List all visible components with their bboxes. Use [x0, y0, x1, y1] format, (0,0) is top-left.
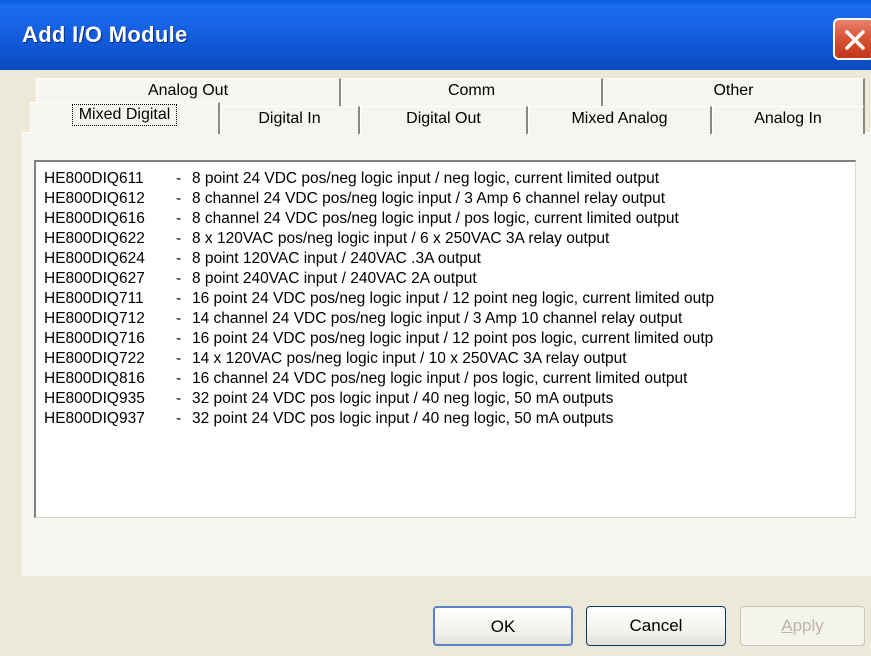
module-description: 32 point 24 VDC pos logic input / 40 neg…: [192, 410, 614, 427]
list-item[interactable]: HE800DIQ627 -8 point 240VAC input / 240VA…: [44, 270, 477, 288]
module-description: 16 channel 24 VDC pos/neg logic input / …: [192, 370, 688, 387]
tab-label: Digital In: [258, 110, 321, 127]
tab-mixed-analog[interactable]: Mixed Analog: [528, 106, 712, 134]
tab-label: Digital Out: [406, 110, 481, 127]
list-item[interactable]: HE800DIQ722 -14 x 120VAC pos/neg logic in…: [44, 350, 627, 368]
module-separator: -: [176, 310, 182, 327]
module-code: HE800DIQ711: [44, 290, 144, 307]
module-separator: -: [176, 190, 182, 207]
module-code: HE800DIQ616: [44, 210, 145, 227]
module-code: HE800DIQ816: [44, 370, 145, 387]
module-separator: -: [176, 290, 182, 307]
module-description: 8 point 24 VDC pos/neg logic input / neg…: [192, 170, 659, 187]
module-code: HE800DIQ716: [44, 330, 145, 347]
list-item[interactable]: HE800DIQ622 -8 x 120VAC pos/neg logic inp…: [44, 230, 609, 248]
apply-label: pply: [792, 616, 824, 635]
tab-comm[interactable]: Comm: [341, 78, 603, 106]
module-description: 14 x 120VAC pos/neg logic input / 10 x 2…: [192, 350, 627, 367]
title-bar[interactable]: Add I/O Module: [0, 0, 871, 70]
tab-analog-in[interactable]: Analog In: [712, 106, 865, 134]
list-item[interactable]: HE800DIQ716 -16 point 24 VDC pos/neg logi…: [44, 330, 713, 348]
list-item[interactable]: HE800DIQ937 -32 point 24 VDC pos logic in…: [44, 410, 613, 428]
module-separator: -: [176, 350, 182, 367]
list-item[interactable]: HE800DIQ624 -8 point 120VAC input / 240VA…: [44, 250, 481, 268]
module-separator: -: [176, 410, 182, 427]
tab-label: Other: [713, 82, 754, 99]
list-item[interactable]: HE800DIQ816 -16 channel 24 VDC pos/neg lo…: [44, 370, 687, 388]
close-icon: [845, 30, 865, 50]
tab-mixed-digital[interactable]: Mixed Digital: [30, 102, 220, 134]
module-separator: -: [176, 250, 182, 267]
module-code: HE800DIQ722: [44, 350, 145, 367]
module-code: HE800DIQ622: [44, 230, 145, 247]
module-code: HE800DIQ612: [44, 190, 145, 207]
apply-button[interactable]: Apply: [740, 606, 865, 646]
list-item[interactable]: HE800DIQ611 -8 point 24 VDC pos/neg logic…: [44, 170, 659, 188]
module-description: 8 point 120VAC input / 240VAC .3A output: [192, 250, 481, 267]
list-item[interactable]: HE800DIQ712 -14 channel 24 VDC pos/neg lo…: [44, 310, 682, 328]
module-code: HE800DIQ935: [44, 390, 145, 407]
module-separator: -: [176, 370, 182, 387]
module-description: 8 channel 24 VDC pos/neg logic input / p…: [192, 210, 679, 227]
tab-label: Comm: [447, 82, 496, 99]
module-description: 32 point 24 VDC pos logic input / 40 neg…: [192, 390, 614, 407]
tab-label: Analog In: [754, 110, 822, 127]
module-description: 16 point 24 VDC pos/neg logic input / 12…: [192, 290, 715, 307]
module-code: HE800DIQ712: [44, 310, 145, 327]
tab-digital-out[interactable]: Digital Out: [360, 106, 528, 134]
module-description: 8 x 120VAC pos/neg logic input / 6 x 250…: [192, 230, 610, 247]
cancel-button[interactable]: Cancel: [586, 606, 726, 646]
add-io-module-dialog: Add I/O Module Analog Out Comm Other Mix…: [0, 0, 871, 656]
module-separator: -: [176, 230, 182, 247]
list-item[interactable]: HE800DIQ612 -8 channel 24 VDC pos/neg log…: [44, 190, 665, 208]
window-title: Add I/O Module: [22, 22, 188, 47]
apply-accelerator: A: [781, 616, 793, 635]
module-separator: -: [176, 210, 182, 227]
list-item[interactable]: HE800DIQ711 -16 point 24 VDC pos/neg logi…: [44, 290, 714, 308]
list-item[interactable]: HE800DIQ935 -32 point 24 VDC pos logic in…: [44, 390, 613, 408]
module-code: HE800DIQ937: [44, 410, 145, 427]
module-separator: -: [176, 170, 182, 187]
module-separator: -: [176, 390, 182, 407]
module-description: 14 channel 24 VDC pos/neg logic input / …: [192, 310, 683, 327]
list-item[interactable]: HE800DIQ616 -8 channel 24 VDC pos/neg log…: [44, 210, 679, 228]
module-description: 8 point 240VAC input / 240VAC 2A output: [192, 270, 477, 287]
tab-label: Mixed Digital: [71, 104, 178, 126]
module-list[interactable]: HE800DIQ611-8 point 24 VDC pos/neg logic…: [34, 160, 856, 518]
tab-other[interactable]: Other: [603, 78, 865, 106]
module-code: HE800DIQ624: [44, 250, 145, 267]
module-code: HE800DIQ611: [44, 170, 144, 187]
tab-label: Analog Out: [147, 82, 229, 99]
close-button[interactable]: [833, 18, 871, 60]
tab-label: Mixed Analog: [571, 110, 668, 127]
module-description: 8 channel 24 VDC pos/neg logic input / 3…: [192, 190, 666, 207]
tab-digital-in[interactable]: Digital In: [220, 106, 360, 134]
ok-button[interactable]: OK: [433, 606, 573, 646]
module-description: 16 point 24 VDC pos/neg logic input / 12…: [192, 330, 714, 347]
module-separator: -: [176, 330, 182, 347]
module-code: HE800DIQ627: [44, 270, 145, 287]
module-separator: -: [176, 270, 182, 287]
